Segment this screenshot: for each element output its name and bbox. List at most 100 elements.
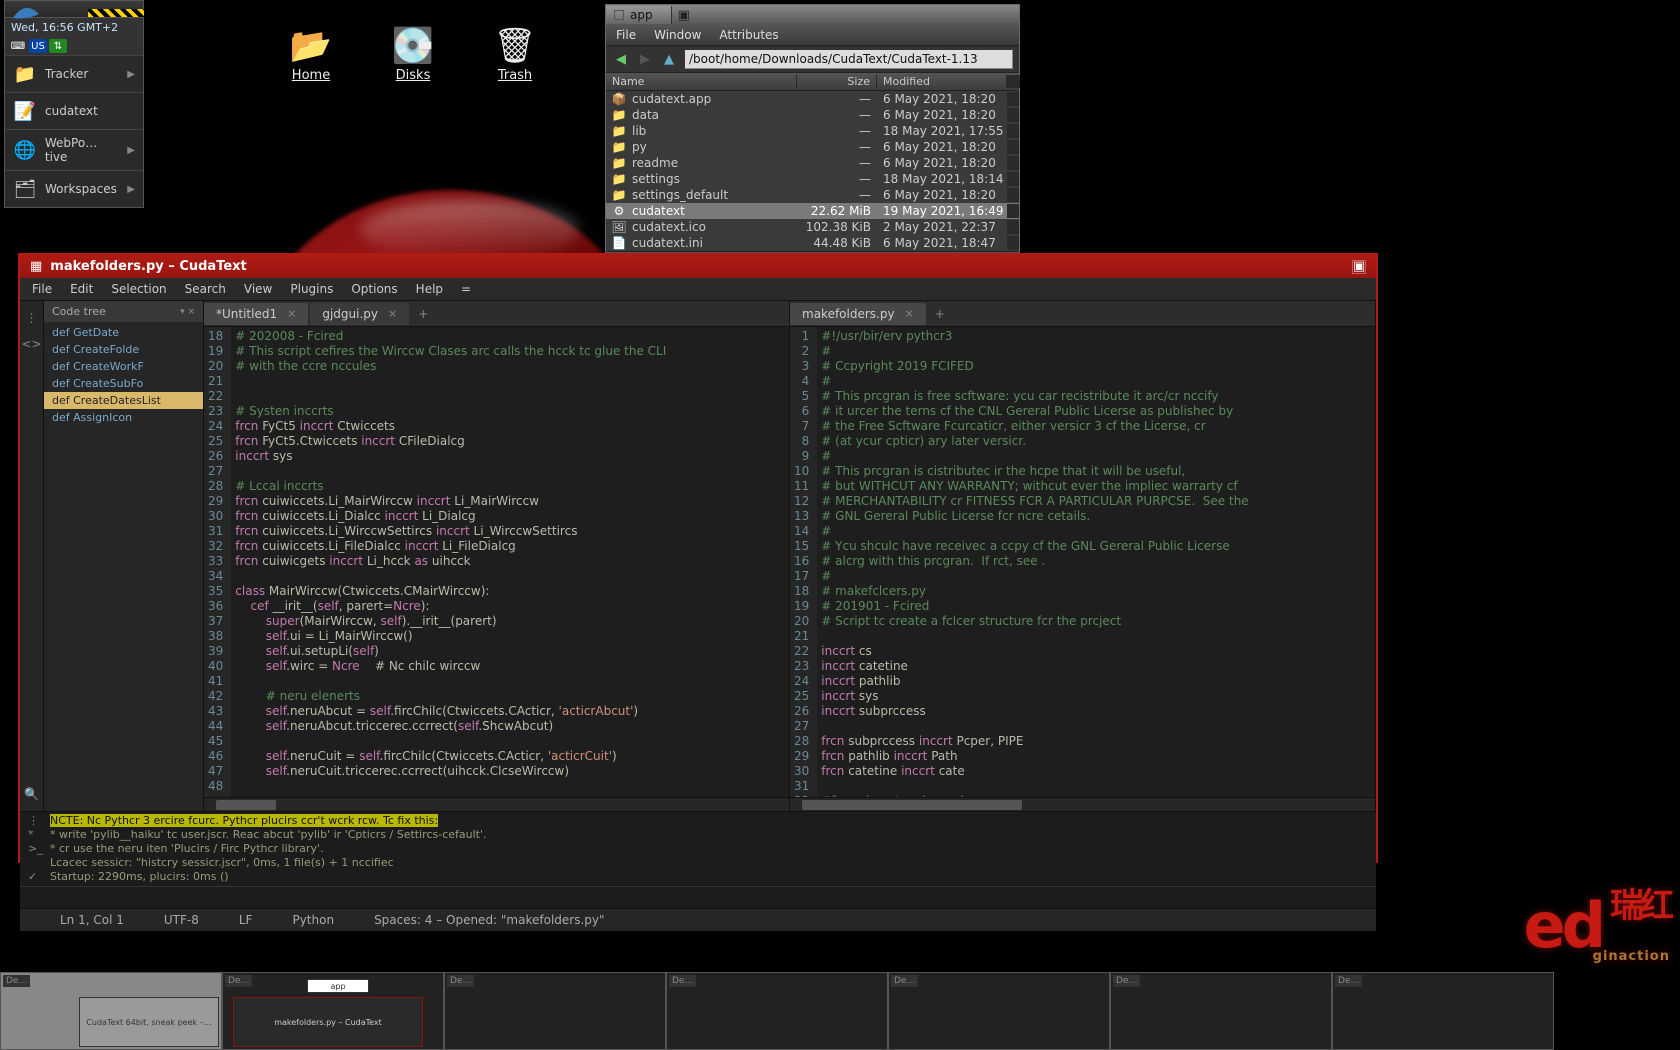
code-tree-panel: Code tree ▾ × def GetDatedef CreateFolde… bbox=[44, 301, 204, 811]
col-name[interactable]: Name bbox=[606, 75, 797, 88]
editor-tab[interactable]: makefolders.py× bbox=[790, 303, 926, 325]
tab-close-icon[interactable]: × bbox=[905, 307, 914, 320]
tree-item[interactable]: def AssignIcon bbox=[44, 409, 203, 426]
close-icon[interactable]: ▣ bbox=[1352, 260, 1366, 274]
console-input[interactable] bbox=[20, 886, 1376, 908]
mini-window: CudaText 64bit, sneak peek –… bbox=[79, 997, 219, 1047]
file-row[interactable]: 📁settings—18 May 2021, 18:14 bbox=[606, 171, 1019, 187]
desktop-icon-home[interactable]: 📂Home bbox=[290, 28, 332, 83]
tracker-another-tab-icon[interactable]: ▣ bbox=[678, 8, 690, 23]
gutter-linenumbers: 1234567891011121314151617181920212223242… bbox=[790, 327, 817, 797]
tracker-tab-title: app bbox=[630, 8, 653, 22]
file-row[interactable]: ⚙cudatext22.62 MiB19 May 2021, 16:49 bbox=[606, 203, 1019, 219]
tree-item[interactable]: def CreateFolde bbox=[44, 341, 203, 358]
workspace-7[interactable]: De… bbox=[1332, 972, 1554, 1050]
status-eol[interactable]: LF bbox=[239, 913, 253, 927]
path-field[interactable]: /boot/home/Downloads/CudaText/CudaText-1… bbox=[684, 49, 1013, 69]
tree-item[interactable]: def CreateSubFo bbox=[44, 375, 203, 392]
deskbar-item-workspaces[interactable]: 🗂Workspaces▶ bbox=[5, 170, 143, 207]
deskbar-item-webpo…tive[interactable]: 🌐WebPo…tive▶ bbox=[5, 129, 143, 170]
statusbar: Ln 1, Col 1 UTF-8 LF Python Spaces: 4 – … bbox=[20, 908, 1376, 931]
mini-window: app bbox=[307, 979, 369, 993]
workspace-3[interactable]: De… bbox=[444, 972, 666, 1050]
dropdown-icon[interactable]: ▾ × bbox=[180, 307, 195, 317]
gutter-swap-icon[interactable]: <> bbox=[21, 337, 41, 351]
tracker-titlebar[interactable]: app ▣ bbox=[606, 5, 1019, 25]
tray-network-icon[interactable]: ⇅ bbox=[49, 39, 67, 53]
new-tab-button[interactable]: + bbox=[411, 307, 435, 321]
menu-plugins[interactable]: Plugins bbox=[290, 282, 333, 296]
file-icon: 📁 bbox=[612, 108, 626, 122]
cudatext-titlebar[interactable]: ▦ makefolders.py – CudaText ▣ bbox=[20, 255, 1376, 278]
new-tab-button[interactable]: + bbox=[928, 307, 952, 321]
desktop-logo: ed瑞红 ginaction bbox=[1524, 889, 1670, 964]
menu-edit[interactable]: Edit bbox=[70, 282, 93, 296]
mini-window: makefolders.py – CudaText bbox=[233, 997, 423, 1047]
tab-close-icon[interactable]: × bbox=[388, 307, 397, 320]
menu-attributes[interactable]: Attributes bbox=[719, 28, 778, 42]
menu-search[interactable]: Search bbox=[185, 282, 226, 296]
file-row[interactable]: 📁lib—18 May 2021, 17:55 bbox=[606, 123, 1019, 139]
menu-view[interactable]: View bbox=[244, 282, 272, 296]
file-icon: 📁 bbox=[612, 156, 626, 170]
workspace-5[interactable]: De… bbox=[888, 972, 1110, 1050]
tab-close-icon[interactable]: × bbox=[287, 307, 296, 320]
file-row[interactable]: 🖼cudatext.ico102.38 KiB2 May 2021, 22:37 bbox=[606, 219, 1019, 235]
gutter-search-icon[interactable]: 🔍 bbox=[24, 787, 39, 801]
workspaces-bar: De… CudaText 64bit, sneak peek –… De… ap… bbox=[0, 972, 1680, 1050]
hscrollbar[interactable] bbox=[204, 797, 789, 811]
status-encoding[interactable]: UTF-8 bbox=[164, 913, 199, 927]
menu-=[interactable]: = bbox=[461, 282, 471, 296]
desktop-icons: 📂Home 💽Disks 🗑Trash bbox=[290, 28, 536, 83]
tree-item[interactable]: def CreateWorkF bbox=[44, 358, 203, 375]
status-position[interactable]: Ln 1, Col 1 bbox=[60, 913, 124, 927]
tracker-list-header[interactable]: Name Size Modified bbox=[606, 73, 1019, 91]
tree-item[interactable]: def GetDate bbox=[44, 324, 203, 341]
menu-file[interactable]: File bbox=[616, 28, 636, 42]
editor-tab[interactable]: gjdgui.py× bbox=[310, 303, 409, 325]
code-tree-header[interactable]: Code tree ▾ × bbox=[44, 301, 203, 322]
col-modified[interactable]: Modified bbox=[877, 75, 1007, 88]
cudatext-window: ▦ makefolders.py – CudaText ▣ File Edit Se… bbox=[18, 253, 1378, 863]
tree-item[interactable]: def CreateDatesList bbox=[44, 392, 203, 409]
menu-window[interactable]: Window bbox=[654, 28, 701, 42]
deskbar-item-tracker[interactable]: 📁Tracker▶ bbox=[5, 55, 143, 92]
tracker-file-list[interactable]: 📦cudatext.app—6 May 2021, 18:20📁data—6 M… bbox=[606, 91, 1019, 251]
close-icon[interactable] bbox=[614, 10, 624, 20]
menu-options[interactable]: Options bbox=[351, 282, 397, 296]
deskbar-clock[interactable]: Wed, 16:56 GMT+2 bbox=[5, 17, 143, 37]
file-row[interactable]: 📁py—6 May 2021, 18:20 bbox=[606, 139, 1019, 155]
menu-selection[interactable]: Selection bbox=[111, 282, 166, 296]
workspace-6[interactable]: De… bbox=[1110, 972, 1332, 1050]
file-icon: 📁 bbox=[612, 188, 626, 202]
gutter-dots-icon[interactable]: ⋮ bbox=[26, 311, 38, 325]
deskbar-item-cudatext[interactable]: 📝cudatext bbox=[5, 92, 143, 129]
nav-up-icon[interactable]: ▲ bbox=[660, 51, 678, 67]
code-editor-left[interactable]: # 202008 - Fcired # This script cefires … bbox=[231, 327, 789, 797]
file-row[interactable]: 📄cudatext.ini44.48 KiB6 May 2021, 18:47 bbox=[606, 235, 1019, 251]
col-size[interactable]: Size bbox=[797, 75, 877, 88]
code-editor-right[interactable]: #!/usr/bir/erv pythcr3 # # Ccpyright 201… bbox=[817, 327, 1375, 797]
file-row[interactable]: 📦cudatext.app—6 May 2021, 18:20 bbox=[606, 91, 1019, 107]
menu-help[interactable]: Help bbox=[416, 282, 443, 296]
desktop-icon-disks[interactable]: 💽Disks bbox=[392, 28, 434, 83]
chevron-right-icon: ▶ bbox=[127, 145, 135, 156]
tray-locale[interactable]: US bbox=[29, 39, 47, 53]
app-icon: 🌐 bbox=[13, 138, 37, 162]
editor-tab[interactable]: *Untitled1× bbox=[204, 303, 308, 325]
status-tail: Spaces: 4 – Opened: "makefolders.py" bbox=[374, 913, 604, 927]
file-row[interactable]: 📁data—6 May 2021, 18:20 bbox=[606, 107, 1019, 123]
file-row[interactable]: 📁settings_default—6 May 2021, 18:20 bbox=[606, 187, 1019, 203]
file-row[interactable]: 📁readme—6 May 2021, 18:20 bbox=[606, 155, 1019, 171]
deskbar-handle[interactable] bbox=[88, 9, 144, 17]
menu-file[interactable]: File bbox=[32, 282, 52, 296]
workspace-1[interactable]: De… CudaText 64bit, sneak peek –… bbox=[0, 972, 222, 1050]
status-lexer[interactable]: Python bbox=[292, 913, 334, 927]
nav-forward-icon[interactable]: ▶ bbox=[636, 51, 654, 67]
workspace-4[interactable]: De… bbox=[666, 972, 888, 1050]
nav-back-icon[interactable]: ◀ bbox=[612, 51, 630, 67]
hscrollbar[interactable] bbox=[790, 797, 1375, 811]
tray-keyboard-icon[interactable]: ⌨ bbox=[9, 39, 27, 53]
workspace-2[interactable]: De… app makefolders.py – CudaText bbox=[222, 972, 444, 1050]
desktop-icon-trash[interactable]: 🗑Trash bbox=[494, 28, 536, 83]
